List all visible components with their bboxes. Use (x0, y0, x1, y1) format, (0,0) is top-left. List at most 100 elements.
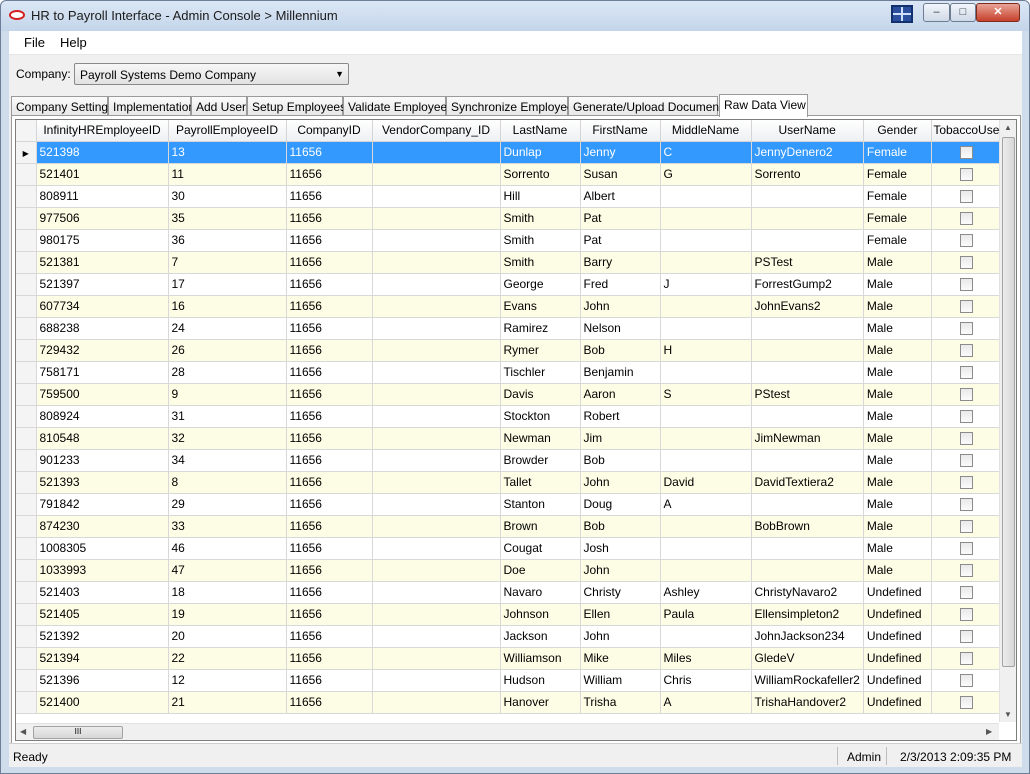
table-cell[interactable]: Undefined (863, 581, 932, 604)
tobacco-use-checkbox[interactable] (959, 586, 973, 600)
table-cell[interactable]: Rymer (500, 339, 581, 362)
tobacco-use-checkbox[interactable] (959, 564, 973, 578)
table-cell[interactable]: Bob (580, 339, 661, 362)
table-row[interactable]: 607734 16 11656 Evans John JohnEvans2 Male (16, 295, 1002, 318)
table-cell[interactable] (372, 471, 501, 494)
table-cell[interactable]: 808911 (36, 185, 169, 208)
table-cell[interactable]: Jenny (580, 141, 661, 164)
maximize-button[interactable]: □ (950, 3, 976, 22)
table-cell[interactable]: 808924 (36, 405, 169, 428)
table-cell[interactable]: Stockton (500, 405, 581, 428)
table-cell[interactable]: Mike (580, 647, 661, 670)
column-header[interactable]: UserName (751, 120, 864, 142)
table-cell[interactable]: 47 (168, 559, 287, 582)
table-cell[interactable]: Undefined (863, 625, 932, 648)
table-cell[interactable]: 11656 (286, 427, 373, 450)
table-cell[interactable]: PSTest (751, 251, 864, 274)
table-cell[interactable]: Aaron (580, 383, 661, 406)
table-cell[interactable] (751, 449, 864, 472)
table-cell[interactable]: Ashley (660, 581, 752, 604)
table-cell[interactable] (660, 405, 752, 428)
tobacco-use-checkbox[interactable] (959, 696, 973, 710)
table-cell[interactable]: Josh (580, 537, 661, 560)
table-cell[interactable]: David (660, 471, 752, 494)
table-row[interactable]: 1033993 47 11656 Doe John Male (16, 559, 1002, 582)
table-cell[interactable]: 874230 (36, 515, 169, 538)
table-cell[interactable] (660, 537, 752, 560)
table-cell[interactable]: Williamson (500, 647, 581, 670)
table-cell[interactable]: Christy (580, 581, 661, 604)
table-row[interactable]: 808924 31 11656 Stockton Robert Male (16, 405, 1002, 428)
table-row[interactable]: ▶ 521398 13 11656 Dunlap Jenny C JennyDenero2 Fe… (16, 141, 1002, 164)
table-cell[interactable] (751, 559, 864, 582)
row-header[interactable] (16, 251, 37, 274)
table-cell[interactable]: John (580, 625, 661, 648)
table-cell[interactable]: Susan (580, 163, 661, 186)
table-cell[interactable] (372, 207, 501, 230)
table-cell[interactable]: 13 (168, 141, 287, 164)
table-cell[interactable]: Ellensimpleton2 (751, 603, 864, 626)
tobacco-use-checkbox[interactable] (959, 476, 973, 490)
table-cell[interactable]: Robert (580, 405, 661, 428)
row-header[interactable] (16, 229, 37, 252)
table-cell[interactable]: Female (863, 141, 932, 164)
table-row[interactable]: 521401 11 11656 Sorrento Susan G Sorrento Femal… (16, 163, 1002, 186)
table-cell[interactable] (372, 581, 501, 604)
table-cell[interactable]: 11656 (286, 163, 373, 186)
menu-help[interactable]: Help (60, 35, 87, 50)
tab-raw-data-view[interactable]: Raw Data View (719, 94, 808, 117)
table-cell[interactable]: 11656 (286, 515, 373, 538)
row-header[interactable] (16, 691, 37, 714)
table-cell[interactable]: Male (863, 471, 932, 494)
table-cell[interactable]: Undefined (863, 603, 932, 626)
tobacco-use-checkbox[interactable] (959, 256, 973, 270)
row-header[interactable] (16, 559, 37, 582)
table-cell[interactable] (372, 647, 501, 670)
table-cell[interactable] (751, 339, 864, 362)
table-cell[interactable]: Male (863, 515, 932, 538)
table-cell[interactable]: 729432 (36, 339, 169, 362)
scroll-down-icon[interactable]: ▼ (1004, 710, 1012, 719)
table-row[interactable]: 1008305 46 11656 Cougat Josh Male (16, 537, 1002, 560)
table-cell[interactable]: 521400 (36, 691, 169, 714)
table-row[interactable]: 901233 34 11656 Browder Bob Male (16, 449, 1002, 472)
table-cell[interactable] (372, 669, 501, 692)
horizontal-scroll-thumb[interactable]: III (33, 726, 123, 739)
table-cell[interactable]: 1033993 (36, 559, 169, 582)
table-cell[interactable]: GledeV (751, 647, 864, 670)
table-cell[interactable]: Female (863, 207, 932, 230)
tobacco-use-checkbox[interactable] (959, 410, 973, 424)
table-cell[interactable]: Brown (500, 515, 581, 538)
data-grid[interactable]: InfinityHREmployeeID PayrollEmployeeID C… (15, 119, 1017, 741)
tobacco-use-checkbox[interactable] (959, 388, 973, 402)
table-row[interactable]: 521405 19 11656 Johnson Ellen Paula Ellensimpl… (16, 603, 1002, 626)
table-cell[interactable]: Hanover (500, 691, 581, 714)
table-cell[interactable]: 32 (168, 427, 287, 450)
table-cell[interactable] (751, 229, 864, 252)
row-header[interactable] (16, 625, 37, 648)
table-cell[interactable]: 11656 (286, 449, 373, 472)
table-cell[interactable] (660, 449, 752, 472)
table-cell[interactable] (660, 207, 752, 230)
tobacco-use-checkbox[interactable] (959, 608, 973, 622)
table-cell[interactable]: Smith (500, 251, 581, 274)
tab-implementation[interactable]: Implementation (108, 96, 195, 116)
table-cell[interactable] (372, 251, 501, 274)
table-cell[interactable] (660, 361, 752, 384)
scroll-right-icon[interactable]: ▶ (986, 727, 992, 736)
table-cell[interactable]: 17 (168, 273, 287, 296)
table-cell[interactable] (751, 405, 864, 428)
table-cell[interactable]: Paula (660, 603, 752, 626)
table-cell[interactable]: Smith (500, 207, 581, 230)
table-row[interactable]: 791842 29 11656 Stanton Doug A Male (16, 493, 1002, 516)
table-cell[interactable]: 11656 (286, 361, 373, 384)
table-row[interactable]: 521393 8 11656 Tallet John David DavidTextiera… (16, 471, 1002, 494)
table-row[interactable]: 874230 33 11656 Brown Bob BobBrown Male (16, 515, 1002, 538)
table-cell[interactable]: John (580, 471, 661, 494)
table-cell[interactable]: 12 (168, 669, 287, 692)
table-cell[interactable] (372, 427, 501, 450)
table-cell[interactable]: PStest (751, 383, 864, 406)
table-cell[interactable]: 688238 (36, 317, 169, 340)
table-cell[interactable]: 11656 (286, 251, 373, 274)
table-cell[interactable]: Navaro (500, 581, 581, 604)
